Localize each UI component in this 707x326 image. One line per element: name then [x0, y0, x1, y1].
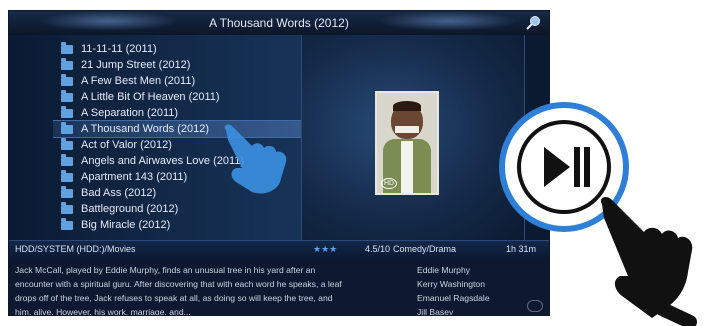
runtime: 1h 31m [506, 244, 537, 254]
list-item[interactable]: A Few Best Men (2011) [61, 73, 301, 89]
list-item[interactable]: A Little Bit Of Heaven (2011) [61, 89, 301, 105]
folder-icon [61, 41, 73, 54]
window-title: A Thousand Words (2012) [209, 16, 349, 30]
cast-member: Emanuel Ragsdale [417, 293, 490, 303]
title-bar: A Thousand Words (2012) [9, 11, 549, 36]
folder-icon [61, 137, 73, 150]
plot-line: him, alive. However, his work, marriage,… [15, 307, 191, 316]
poster-pane: HD [302, 35, 524, 240]
rating-stars: ★★★ [313, 244, 338, 254]
list-item-label: Bad Ass (2012) [81, 187, 157, 199]
movie-poster[interactable]: HD [375, 91, 439, 195]
options-icon[interactable] [527, 300, 543, 312]
list-item-label: A Little Bit Of Heaven (2011) [81, 91, 220, 103]
plot-summary: Jack McCall, played by Eddie Murphy, fin… [15, 263, 407, 316]
rating-value: 4.5/10 [365, 244, 391, 254]
list-item[interactable]: Battleground (2012) [61, 201, 301, 217]
poster-figure-hair [393, 101, 421, 111]
folder-icon [61, 153, 73, 166]
hand-pointer-icon [224, 124, 287, 194]
folder-icon [61, 57, 73, 70]
list-item-label: A Thousand Words (2012) [81, 123, 210, 135]
list-item-label: Battleground (2012) [81, 203, 179, 215]
list-item[interactable]: 11-11-11 (2011) [61, 41, 301, 57]
folder-icon [61, 105, 73, 118]
folder-icon [61, 217, 73, 230]
plot-line: Jack McCall, played by Eddie Murphy, fin… [15, 265, 316, 275]
list-item[interactable]: A Separation (2011) [61, 105, 301, 121]
list-item-label: Apartment 143 (2011) [81, 171, 188, 183]
list-item-label: A Few Best Men (2011) [81, 75, 196, 87]
folder-icon [61, 169, 73, 182]
list-item[interactable]: Big Miracle (2012) [61, 217, 301, 233]
hand-press-icon [600, 197, 697, 326]
list-item-label: 21 Jump Street (2012) [81, 59, 191, 71]
list-item-label: Big Miracle (2012) [81, 219, 171, 231]
genre: Comedy/Drama [393, 244, 457, 254]
cast-member: Kerry Washington [417, 279, 485, 289]
info-bar: HDD/SYSTEM (HDD:)/Movies ★★★ 4.5/10 Come… [9, 240, 549, 259]
poster-figure-shirt [401, 141, 413, 193]
list-item-label: A Separation (2011) [81, 107, 179, 119]
folder-icon [61, 185, 73, 198]
description-panel: Jack McCall, played by Eddie Murphy, fin… [9, 258, 549, 315]
plot-line: encounter with a spiritual guru. After d… [15, 279, 342, 289]
cast-list: Eddie Murphy Kerry Washington Emanuel Ra… [417, 263, 537, 316]
file-path: HDD/SYSTEM (HDD:)/Movies [15, 244, 136, 254]
folder-icon [61, 201, 73, 214]
folder-icon [61, 73, 73, 86]
search-icon[interactable] [525, 15, 541, 31]
folder-icon [61, 121, 73, 134]
cast-member: Jill Basey [417, 307, 454, 316]
list-item[interactable]: 21 Jump Street (2012) [61, 57, 301, 73]
poster-mouth-tape [395, 126, 419, 133]
list-item-label: 11-11-11 (2011) [81, 43, 157, 55]
cast-member: Eddie Murphy [417, 265, 471, 275]
list-item-label: Act of Valor (2012) [81, 139, 172, 151]
hd-badge: HD [381, 178, 398, 189]
plot-line: drops off of the tree, Jack refuses to s… [15, 293, 333, 303]
folder-icon [61, 89, 73, 102]
